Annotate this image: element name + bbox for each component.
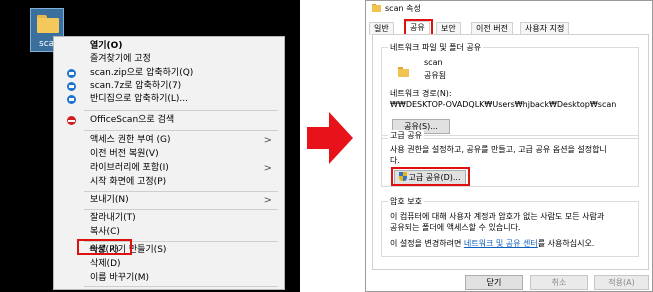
menu-separator [84,209,278,210]
highlight-advanced-sharing-box [391,167,470,186]
password-protection-text-cont: 공유되는 폴더에 액세스할 수 있습니다. [390,223,521,232]
menu-item-compress-bandizip[interactable]: 반디집으로 압축하기(L)... [54,93,284,106]
arrow-right-icon [307,112,353,164]
menu-separator [84,286,278,287]
menu-item-delete[interactable]: 삭제(D) [54,258,284,271]
menu-item-open[interactable]: 열기(O) [54,40,284,53]
menu-item-label: 보내기(N) [90,195,129,205]
advanced-sharing-description: 사용 권한을 설정하고, 공유를 만들고, 고급 공유 옵션을 설정합니 [390,145,607,154]
close-button[interactable]: 닫기 [465,275,523,290]
menu-item-restore-previous[interactable]: 이전 버전 복원(V) [54,148,284,161]
change-text-suffix: 를 사용하십시오. [537,239,595,248]
menu-item-pin-quick-access[interactable]: 즐겨찾기에 고정 [54,53,284,66]
menu-item-compress-zip[interactable]: scan.zip으로 압축하기(Q) [54,67,284,80]
network-sharing-group: 네트워크 파일 및 폴더 공유 scan 공유됨 네트워크 경로(N): ₩₩D… [381,42,639,139]
network-path-value: ₩₩DESKTOP-OVADQLK₩Users₩hjback₩Desktop₩s… [390,100,617,109]
folder-icon [398,67,409,77]
dialog-title: scan 속성 [385,4,421,13]
network-sharing-center-link[interactable]: 네트워크 및 공유 센터 [464,239,538,248]
menu-item-cut[interactable]: 잘라내기(T) [54,212,284,225]
group-title: 고급 공유 [388,130,424,141]
menu-item-include-library[interactable]: 라이브러리에 포함(I) > [54,162,284,175]
menu-separator [84,191,278,192]
folder-icon [37,15,59,33]
chevron-right-icon: > [263,195,272,206]
shared-folder-name: scan [424,58,443,67]
password-protection-change-text: 이 설정을 변경하려면 네트워크 및 공유 센터를 사용하십시오. [390,238,594,249]
network-path-label: 네트워크 경로(N): [390,89,452,98]
apply-button[interactable]: 적용(A) [594,275,649,290]
title-bar: scan 속성 [366,1,652,15]
password-protection-group: 암호 보호 이 컴퓨터에 대해 사용자 계정과 암호가 없는 사람도 모든 사람… [381,196,639,257]
cancel-button[interactable]: 취소 [530,275,588,290]
advanced-sharing-description-cont: 다. [390,156,400,165]
highlight-properties-box [77,239,132,255]
share-status: 공유됨 [424,71,447,80]
sharing-tab-panel: 네트워크 파일 및 폴더 공유 scan 공유됨 네트워크 경로(N): ₩₩D… [372,34,649,270]
chevron-right-icon: > [263,135,272,146]
chevron-right-icon: > [263,163,272,174]
password-protection-text: 이 컴퓨터에 대해 사용자 계정과 암호가 없는 사람도 모든 사람과 [390,212,605,221]
menu-item-label: 라이브러리에 포함(I) [90,163,169,173]
menu-item-copy[interactable]: 복사(C) [54,226,284,239]
menu-item-send-to[interactable]: 보내기(N) > [54,194,284,207]
menu-item-label: 액세스 권한 부여 (G) [90,135,171,145]
menu-item-compress-7z[interactable]: scan.7z로 압축하기(7) [54,80,284,93]
menu-item-pin-start[interactable]: 시작 화면에 고정(P) [54,176,284,189]
desktop-icon-label: sca [39,39,55,49]
menu-item-give-access[interactable]: 액세스 권한 부여 (G) > [54,134,284,147]
group-title: 네트워크 파일 및 폴더 공유 [388,42,484,53]
menu-separator [84,110,278,111]
group-title: 암호 보호 [388,196,424,207]
menu-item-rename[interactable]: 이름 바꾸기(M) [54,272,284,285]
menu-separator [84,130,278,131]
menu-item-officescan[interactable]: OfficeScan으로 검색 [54,114,284,127]
folder-icon [372,4,381,12]
change-text-prefix: 이 설정을 변경하려면 [390,239,464,248]
